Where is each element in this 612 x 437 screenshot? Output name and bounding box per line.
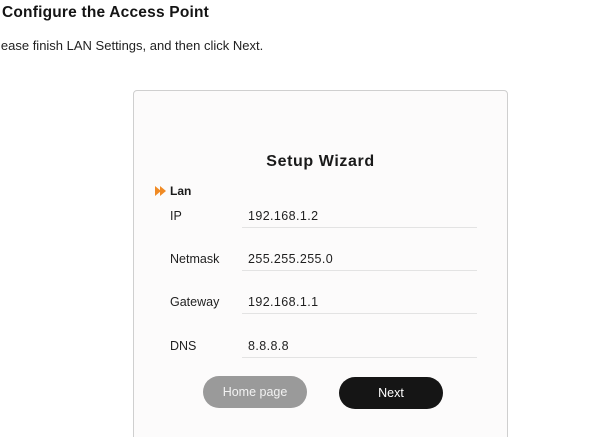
gateway-row: Gateway (134, 290, 507, 316)
home-page-button[interactable]: Home page (203, 376, 307, 408)
lan-section-heading: Lan (155, 184, 191, 198)
netmask-label: Netmask (170, 252, 220, 266)
next-button[interactable]: Next (339, 377, 443, 409)
netmask-row: Netmask (134, 247, 507, 273)
page-instruction: lease finish LAN Settings, and then clic… (0, 38, 264, 53)
dns-input[interactable] (242, 334, 477, 358)
dns-row: DNS (134, 334, 507, 360)
page-title: Configure the Access Point (2, 4, 210, 21)
lan-section-label: Lan (170, 184, 192, 198)
netmask-input[interactable] (242, 247, 477, 271)
setup-wizard-panel: Setup Wizard Lan IP Netmask Gateway DNS … (133, 90, 508, 437)
ip-input[interactable] (242, 204, 477, 228)
wizard-title: Setup Wizard (266, 153, 375, 170)
gateway-label: Gateway (170, 295, 220, 309)
gateway-input[interactable] (242, 290, 477, 314)
ip-row: IP (134, 204, 507, 230)
ip-label: IP (170, 209, 182, 223)
double-arrow-right-icon (155, 186, 166, 196)
dns-label: DNS (170, 339, 197, 353)
